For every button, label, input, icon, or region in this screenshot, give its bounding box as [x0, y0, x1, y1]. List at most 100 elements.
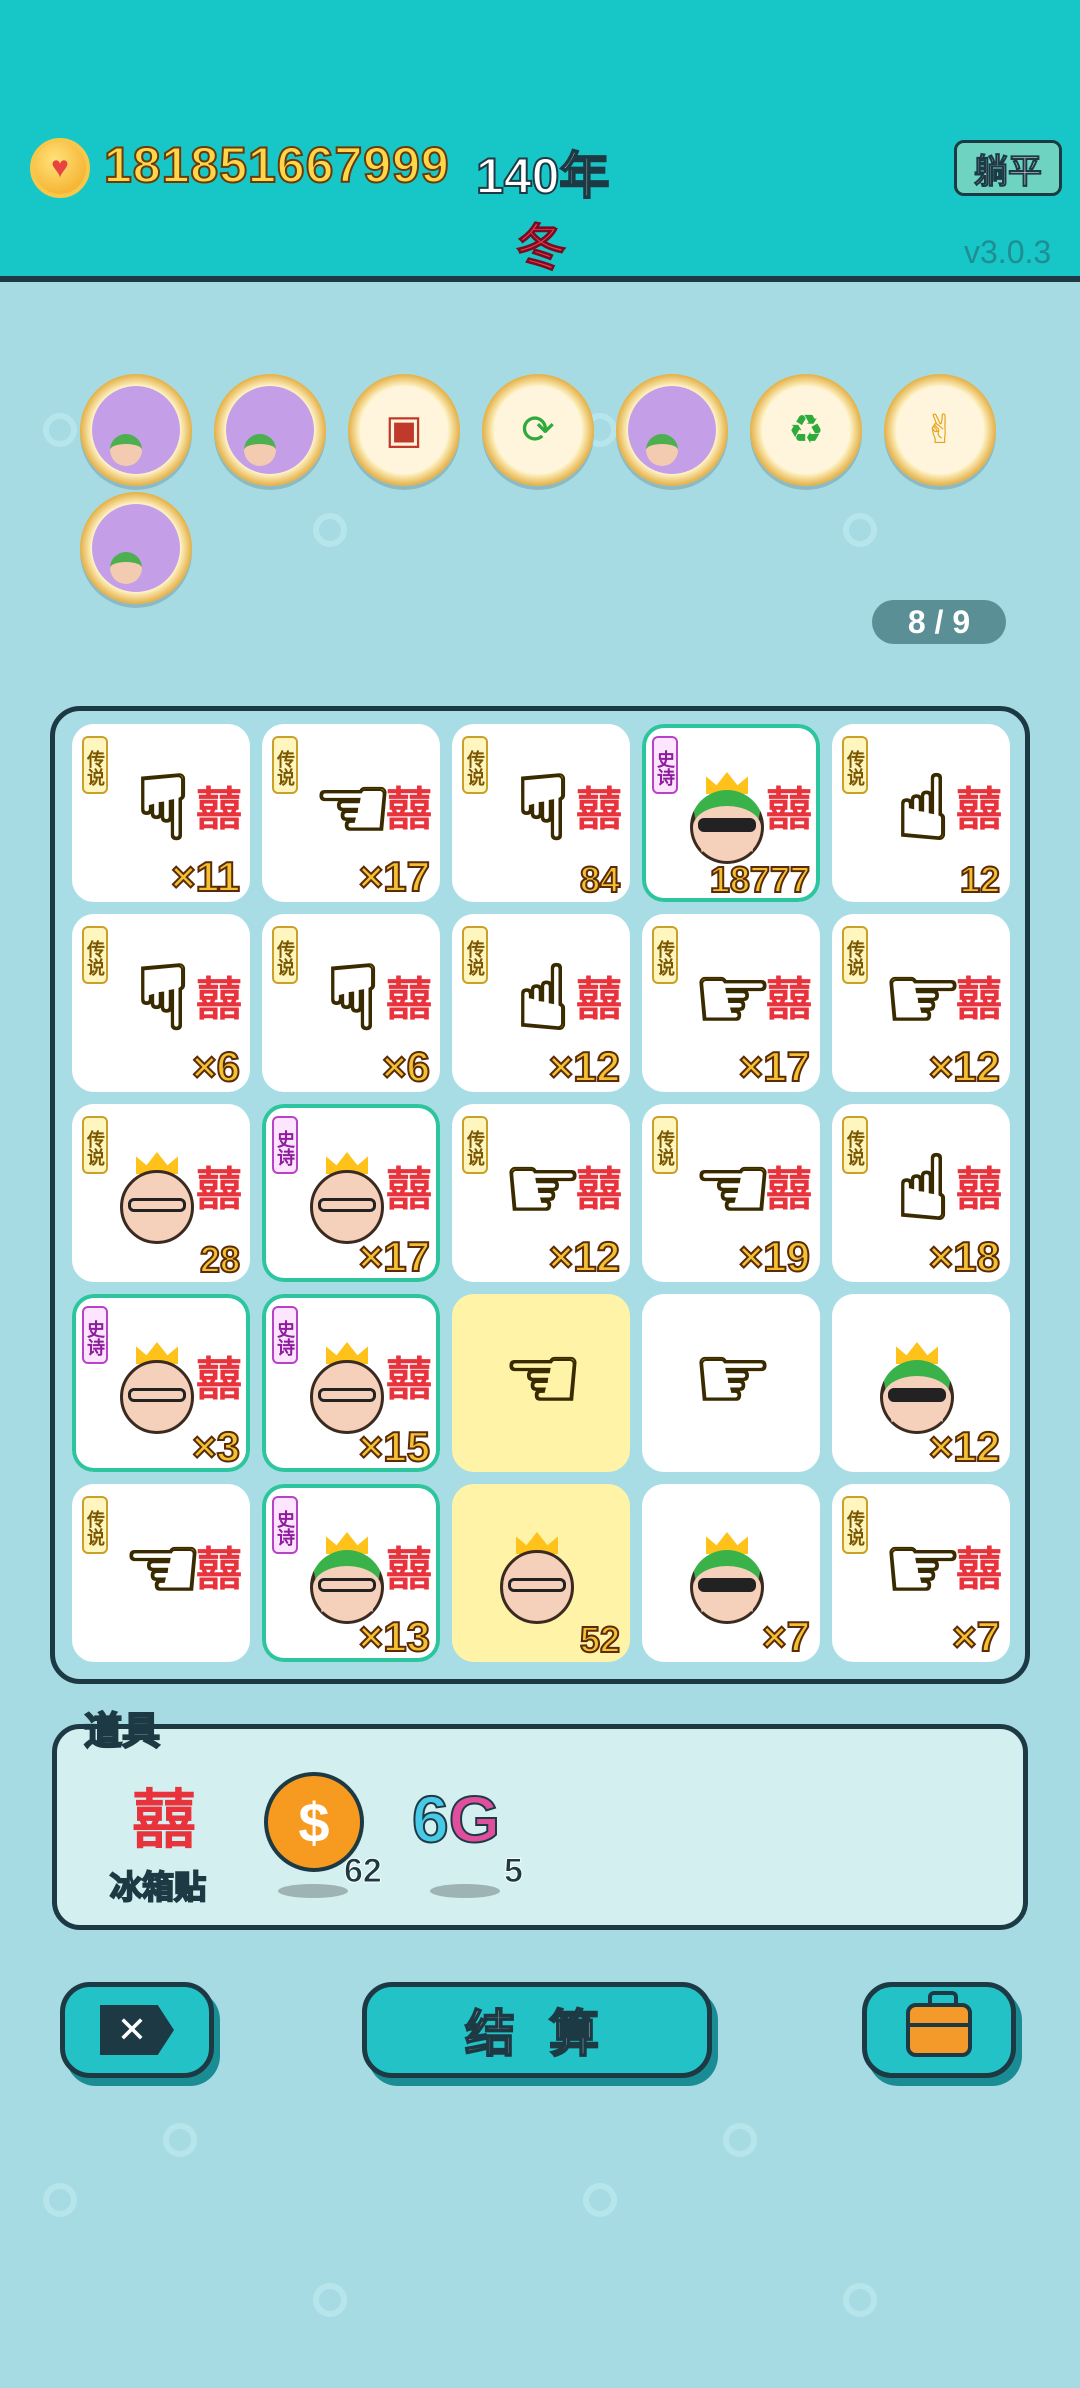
character-head-icon — [112, 1342, 202, 1438]
board-cell[interactable]: 传说囍 ☝ ×18 — [832, 1104, 1010, 1282]
glasses-icon — [128, 1198, 186, 1212]
board-cell[interactable]: 传说囍 ☜ — [72, 1484, 250, 1662]
time-magazine-icon[interactable]: ▣ — [348, 374, 460, 486]
hand-gesture-icon: ☜ — [312, 759, 395, 859]
face-art — [244, 434, 276, 466]
refresh-icon[interactable]: ⟳ — [482, 374, 594, 486]
glasses-icon — [698, 818, 756, 832]
lie-flat-button[interactable]: 躺平 — [954, 140, 1062, 196]
cell-value: ×7 — [951, 1613, 1001, 1660]
close-button[interactable]: ✕ — [60, 1982, 214, 2078]
fridge-magnet-label: 冰箱贴 — [109, 1868, 207, 1906]
multiplier-face-icon[interactable] — [214, 374, 326, 486]
multiplier-face-art — [92, 504, 180, 592]
board-cell[interactable]: 传说囍 ☝ ×12 — [452, 914, 630, 1092]
cell-value: ×7 — [761, 1613, 811, 1660]
cell-value: ×3 — [191, 1423, 241, 1470]
settle-button[interactable]: 结 算 — [362, 1982, 712, 2078]
board-cell[interactable]: 史诗囍 18777 — [642, 724, 820, 902]
cell-value: ×19 — [738, 1233, 811, 1280]
recycle-icon[interactable]: ♻ — [750, 374, 862, 486]
hand-gesture-icon: ☜ — [122, 1519, 205, 1619]
board-cell[interactable]: ×12 — [832, 1294, 1010, 1472]
multiplier-face-art — [628, 386, 716, 474]
rarity-tag: 传说 — [82, 1116, 108, 1174]
board-cell[interactable]: 传说囍 28 — [72, 1104, 250, 1282]
rarity-tag: 史诗 — [652, 736, 678, 794]
cell-value: ×11 — [170, 853, 241, 900]
rarity-tag: 传说 — [842, 736, 868, 794]
board-cell[interactable]: 史诗囍 ×15 — [262, 1294, 440, 1472]
cell-value: ×6 — [191, 1043, 241, 1090]
character-head-icon — [682, 1532, 772, 1628]
hand-gesture-icon: ☞ — [882, 949, 965, 1049]
rarity-tag: 史诗 — [272, 1496, 298, 1554]
hand-gesture-icon: ☞ — [502, 1139, 585, 1239]
rarity-tag: 传说 — [82, 1496, 108, 1554]
board-cell[interactable]: 传说囍 ☝ 12 — [832, 724, 1010, 902]
g6-six: 6 — [411, 1782, 450, 1856]
board-cell[interactable]: 52 — [452, 1484, 630, 1662]
item-shadow — [430, 1884, 500, 1898]
glasses-icon — [698, 1578, 756, 1592]
fridge-magnet-icon[interactable]: 囍 — [126, 1782, 202, 1858]
double-happiness-icon: 囍 — [386, 1353, 432, 1405]
glasses-icon — [508, 1578, 566, 1592]
cell-value: 12 — [959, 859, 1001, 900]
rock-hand-icon[interactable]: ✌ — [884, 374, 996, 486]
cell-value: ×18 — [928, 1233, 1001, 1280]
cell-value: 18777 — [709, 859, 811, 900]
double-happiness-icon: 囍 — [196, 1353, 242, 1405]
hand-gesture-icon: ☜ — [502, 1329, 585, 1429]
face-art — [646, 434, 678, 466]
multiplier-face-icon[interactable] — [80, 492, 192, 604]
inventory-button[interactable] — [862, 1982, 1016, 2078]
cell-value: ×17 — [358, 853, 431, 900]
multiplier-face-icon[interactable] — [80, 374, 192, 486]
board-cell[interactable]: 传说囍 ☜ ×17 — [262, 724, 440, 902]
glasses-icon — [888, 1388, 946, 1402]
rarity-tag: 传说 — [272, 736, 298, 794]
board-cell[interactable]: 传说囍 ☞ ×17 — [642, 914, 820, 1092]
double-happiness-icon: 囍 — [196, 1163, 242, 1215]
board-cell[interactable]: 传说囍 ☟ ×6 — [72, 914, 250, 1092]
board-cell[interactable]: 传说囍 ☟ ×11 — [72, 724, 250, 902]
board-cell[interactable]: 传说囍 ☞ ×12 — [452, 1104, 630, 1282]
cell-value: ×15 — [358, 1423, 431, 1470]
board-cell[interactable]: ☜ — [452, 1294, 630, 1472]
rock-hand-art: ✌ — [896, 386, 984, 474]
g6-item-icon[interactable]: 6G — [411, 1785, 501, 1853]
character-head-icon — [112, 1152, 202, 1248]
relic-counter: 8 / 9 — [872, 600, 1006, 644]
close-icon: ✕ — [100, 2005, 174, 2055]
character-head-icon — [492, 1532, 582, 1628]
character-head-icon — [682, 772, 772, 868]
board-cell[interactable]: 传说囍 ☞ ×7 — [832, 1484, 1010, 1662]
board-cell[interactable]: 传说囍 ☟ ×6 — [262, 914, 440, 1092]
double-happiness-icon: 囍 — [766, 783, 812, 835]
dollar-coin-count: 62 — [344, 1852, 383, 1891]
board-cell[interactable]: 史诗囍 ×13 — [262, 1484, 440, 1662]
g6-g: G — [448, 1782, 501, 1856]
cell-value: ×12 — [928, 1423, 1001, 1470]
board-cell[interactable]: ☞ — [642, 1294, 820, 1472]
hand-gesture-icon: ☟ — [135, 759, 192, 859]
glasses-icon — [318, 1388, 376, 1402]
coin-balance: 181851667999 — [103, 136, 450, 194]
double-happiness-icon: 囍 — [386, 1163, 432, 1215]
board-cell[interactable]: 史诗囍 ×3 — [72, 1294, 250, 1472]
board-cell[interactable]: 传说囍 ☞ ×12 — [832, 914, 1010, 1092]
hand-gesture-icon: ☞ — [692, 1329, 775, 1429]
rarity-tag: 传说 — [652, 926, 678, 984]
rarity-tag: 史诗 — [272, 1306, 298, 1364]
board-cell[interactable]: 传说囍 ☟ 84 — [452, 724, 630, 902]
cell-value: ×17 — [738, 1043, 811, 1090]
board-cell[interactable]: 传说囍 ☜ ×19 — [642, 1104, 820, 1282]
board-cell[interactable]: ×7 — [642, 1484, 820, 1662]
hand-gesture-icon: ☝ — [515, 949, 572, 1049]
cell-value: 84 — [579, 859, 621, 900]
multiplier-face-icon[interactable] — [616, 374, 728, 486]
board-cell[interactable]: 史诗囍 ×17 — [262, 1104, 440, 1282]
cell-value: ×12 — [928, 1043, 1001, 1090]
cell-value: ×6 — [381, 1043, 431, 1090]
